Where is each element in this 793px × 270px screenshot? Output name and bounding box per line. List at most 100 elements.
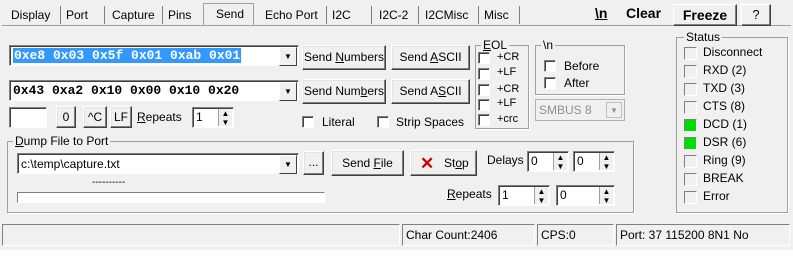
eol-cr-label-2: +CR bbox=[497, 83, 520, 95]
eol-lf-checkbox-2[interactable] bbox=[478, 99, 490, 111]
literal-label: Literal bbox=[322, 115, 355, 129]
tab-i2c-2[interactable]: I2C-2 bbox=[376, 6, 411, 24]
status-led-indicator bbox=[684, 191, 697, 204]
status-label: TXD (3) bbox=[703, 81, 745, 95]
send-input-1[interactable]: 0xe8 0x03 0x5f 0x01 0xab 0x01 ▼ bbox=[9, 45, 299, 66]
send-ascii-button-2[interactable]: Send ASCII bbox=[391, 79, 470, 104]
status-label: DCD (1) bbox=[703, 117, 747, 131]
spinner-arrows-icon[interactable]: ▲ ▼ bbox=[599, 153, 613, 171]
status-label: Ring (9) bbox=[703, 153, 746, 167]
dump-repeats-label: Repeats bbox=[447, 187, 492, 201]
status-led-indicator bbox=[684, 155, 697, 168]
eol-lf-label-1: +LF bbox=[497, 66, 517, 78]
send-file-button[interactable]: Send File bbox=[331, 150, 404, 176]
dump-repeats-spinner-1[interactable]: 1 ▲ ▼ bbox=[498, 185, 550, 206]
before-label: Before bbox=[564, 59, 600, 73]
repeats-spinner[interactable]: 1 ▲ ▼ bbox=[192, 107, 234, 128]
spinner-arrows-icon[interactable]: ▲ ▼ bbox=[218, 109, 232, 127]
tab-misc[interactable]: Misc bbox=[481, 6, 512, 24]
tab-send[interactable]: Send bbox=[213, 5, 247, 23]
status-label: RXD (2) bbox=[703, 63, 747, 77]
dump-repeats-spinner-2[interactable]: 0 ▲ ▼ bbox=[556, 185, 615, 206]
eol-cr-checkbox-2[interactable] bbox=[478, 84, 490, 96]
lf-button[interactable]: LF bbox=[110, 106, 132, 128]
spinner-arrows-icon[interactable]: ▲ ▼ bbox=[534, 187, 548, 205]
send-input-2-value: 0x43 0xa2 0x10 0x00 0x10 0x20 bbox=[13, 83, 240, 98]
status-label: DSR (6) bbox=[703, 135, 747, 149]
tab-separator bbox=[371, 6, 372, 24]
strip-spaces-checkbox[interactable] bbox=[377, 116, 389, 128]
tab-pins[interactable]: Pins bbox=[165, 6, 194, 24]
status-led-indicator bbox=[684, 101, 697, 114]
delay-spinner-2[interactable]: 0 ▲ ▼ bbox=[573, 151, 615, 172]
status-led-indicator bbox=[684, 137, 697, 150]
eol-crc-label: +crc bbox=[497, 113, 519, 125]
tab-separator bbox=[60, 6, 61, 24]
zero-button[interactable]: 0 bbox=[56, 106, 76, 128]
cps-readout: CPS:0 bbox=[537, 224, 614, 246]
stop-x-icon: ✕ bbox=[420, 154, 435, 173]
eol-cr-label-1: +CR bbox=[497, 51, 520, 63]
chevron-down-icon[interactable]: ▼ bbox=[606, 102, 622, 118]
eol-crc-checkbox[interactable] bbox=[478, 114, 490, 126]
char-count: Char Count:2406 bbox=[402, 224, 535, 246]
eol-lf-checkbox-1[interactable] bbox=[478, 68, 490, 80]
status-label: Error bbox=[703, 189, 730, 203]
after-checkbox[interactable] bbox=[544, 77, 556, 89]
progress-text: ---------- bbox=[92, 177, 126, 188]
tab-display[interactable]: Display bbox=[8, 6, 53, 24]
status-label: BREAK bbox=[703, 171, 744, 185]
newline-toggle[interactable]: \n bbox=[595, 5, 607, 21]
tab-separator bbox=[519, 6, 520, 24]
spinner-arrows-icon[interactable]: ▲ ▼ bbox=[553, 153, 567, 171]
status-led-indicator bbox=[684, 47, 697, 60]
delay-spinner-1[interactable]: 0 ▲ ▼ bbox=[527, 151, 569, 172]
status-label: CTS (8) bbox=[703, 99, 745, 113]
dump-progress-bar bbox=[17, 192, 325, 203]
tab-port[interactable]: Port bbox=[63, 6, 91, 24]
status-led-indicator bbox=[684, 173, 697, 186]
tab-separator bbox=[104, 6, 105, 24]
send-input-2[interactable]: 0x43 0xa2 0x10 0x00 0x10 0x20 ▼ bbox=[9, 80, 299, 101]
tab-separator bbox=[162, 6, 163, 24]
freeze-button[interactable]: Freeze bbox=[673, 4, 737, 26]
tab-echo-port[interactable]: Echo Port bbox=[262, 6, 321, 24]
repeats-label: Repeats bbox=[137, 110, 182, 124]
status-led-indicator bbox=[684, 83, 697, 96]
smbus-select[interactable]: SMBUS 8 ▼ bbox=[535, 99, 625, 121]
tab-i2c[interactable]: I2C bbox=[329, 6, 354, 24]
status-label: Disconnect bbox=[703, 45, 763, 59]
chevron-down-icon[interactable]: ▼ bbox=[279, 82, 297, 101]
newline-group-title: \n bbox=[541, 38, 556, 52]
before-checkbox[interactable] bbox=[544, 60, 556, 72]
ctrl-c-button[interactable]: ^C bbox=[83, 106, 107, 128]
dump-file-title: Dump File to Port bbox=[13, 134, 111, 148]
tab-i2cmisc[interactable]: I2CMisc bbox=[422, 6, 471, 24]
status-title: Status bbox=[684, 30, 723, 44]
status-led-indicator bbox=[684, 65, 697, 78]
stop-button[interactable]: ✕ Stop bbox=[410, 150, 477, 176]
chevron-down-icon[interactable]: ▼ bbox=[279, 47, 297, 66]
port-status: Port: 37 115200 8N1 No bbox=[616, 224, 790, 246]
eol-lf-label-2: +LF bbox=[497, 97, 517, 109]
clear-button[interactable]: Clear bbox=[626, 5, 661, 21]
delays-label: Delays bbox=[487, 153, 524, 167]
tab-capture[interactable]: Capture bbox=[109, 6, 158, 24]
send-numbers-button-1[interactable]: Send Numbers bbox=[302, 45, 386, 70]
eol-title: EOL bbox=[481, 38, 510, 52]
send-ascii-button-1[interactable]: Send ASCII bbox=[391, 45, 470, 70]
status-led-indicator bbox=[684, 119, 697, 132]
eol-cr-checkbox-1[interactable] bbox=[478, 52, 490, 64]
hex-byte-input[interactable] bbox=[9, 107, 47, 128]
tab-separator bbox=[326, 6, 327, 24]
literal-checkbox[interactable] bbox=[302, 116, 314, 128]
dump-file-path-input[interactable]: c:\temp\capture.txt ▼ bbox=[17, 153, 299, 174]
after-label: After bbox=[564, 76, 590, 90]
help-button[interactable]: ? bbox=[741, 4, 771, 26]
chevron-down-icon[interactable]: ▼ bbox=[279, 155, 297, 174]
send-numbers-button-2[interactable]: Send Numbers bbox=[302, 79, 386, 104]
browse-button[interactable]: ... bbox=[303, 151, 324, 175]
spinner-arrows-icon[interactable]: ▲ ▼ bbox=[599, 187, 613, 205]
tab-separator bbox=[418, 6, 419, 24]
statusbar-panel-empty bbox=[2, 224, 400, 246]
